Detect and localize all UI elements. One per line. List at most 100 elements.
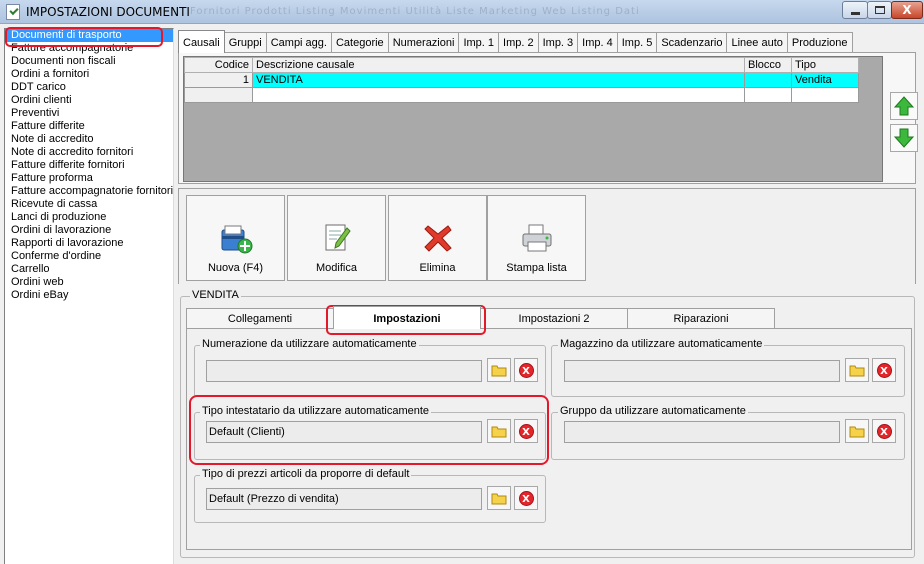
numerazione-browse-button[interactable] — [487, 358, 511, 382]
cell-empty[interactable] — [252, 87, 745, 103]
tab-imp-1[interactable]: Imp. 1 — [458, 32, 500, 53]
tipo-intestatario-browse-button[interactable] — [487, 419, 511, 443]
list-item[interactable]: Note di accredito — [5, 133, 173, 146]
print-list-button[interactable]: Stampa lista — [487, 195, 586, 281]
delete-button[interactable]: Elimina — [388, 195, 487, 281]
list-item[interactable]: Ricevute di cassa — [5, 198, 173, 211]
cell-blocco[interactable] — [744, 72, 792, 88]
close-button[interactable]: X — [891, 1, 923, 19]
new-button[interactable]: Nuova (F4) — [186, 195, 285, 281]
tipo-prezzi-browse-button[interactable] — [487, 486, 511, 510]
list-item[interactable]: Documenti non fiscali — [5, 55, 173, 68]
list-item[interactable]: Fatture differite fornitori — [5, 159, 173, 172]
printer-icon — [522, 224, 551, 252]
folder-icon — [491, 426, 507, 438]
column-header-tipo[interactable]: Tipo — [791, 57, 859, 73]
cell-empty[interactable] — [184, 87, 253, 103]
tab-scadenzario[interactable]: Scadenzario — [656, 32, 728, 53]
tipo-prezzi-field[interactable]: Default (Prezzo di vendita) — [206, 488, 482, 510]
folder-icon — [491, 365, 507, 377]
list-item[interactable]: Ordini a fornitori — [5, 68, 173, 81]
tab-causali[interactable]: Causali — [178, 30, 225, 53]
clear-icon: X — [518, 362, 534, 378]
gruppo-browse-button[interactable] — [845, 419, 869, 443]
list-item[interactable]: Carrello — [5, 263, 173, 276]
tab-campi-agg[interactable]: Campi agg. — [265, 32, 332, 53]
magazzino-browse-button[interactable] — [845, 358, 869, 382]
list-item[interactable]: Preventivi — [5, 107, 173, 120]
vendita-group-title: VENDITA — [190, 289, 241, 301]
magazzino-clear-button[interactable]: X — [872, 358, 896, 382]
list-item[interactable]: Ordini web — [5, 276, 173, 289]
table-row[interactable]: 1 VENDITA Vendita — [184, 72, 859, 88]
causali-table: Codice Descrizione causale Blocco Tipo 1… — [184, 57, 859, 103]
column-header-blocco[interactable]: Blocco — [744, 57, 792, 73]
clear-icon: X — [518, 490, 534, 506]
arrow-up-icon — [893, 96, 915, 116]
causali-grid[interactable]: Codice Descrizione causale Blocco Tipo 1… — [183, 56, 883, 182]
list-item[interactable]: Note di accredito fornitori — [5, 146, 173, 159]
magazzino-field[interactable] — [564, 360, 840, 382]
list-item[interactable]: Rapporti di lavorazione — [5, 237, 173, 250]
edit-button[interactable]: Modifica — [287, 195, 386, 281]
new-button-label: Nuova (F4) — [207, 262, 264, 274]
column-header-descrizione[interactable]: Descrizione causale — [252, 57, 745, 73]
move-up-button[interactable] — [890, 92, 918, 120]
tab-numerazioni[interactable]: Numerazioni — [387, 32, 460, 53]
maximize-button[interactable] — [867, 1, 892, 19]
table-row-new[interactable] — [184, 87, 859, 103]
numerazione-clear-button[interactable]: X — [514, 358, 538, 382]
tipo-intestatario-clear-button[interactable]: X — [514, 419, 538, 443]
list-item[interactable]: Ordini di lavorazione — [5, 224, 173, 237]
list-item[interactable]: Fatture proforma — [5, 172, 173, 185]
minimize-icon — [850, 11, 860, 15]
list-item[interactable]: Fatture accompagnatorie — [5, 42, 173, 55]
move-down-button[interactable] — [890, 124, 918, 152]
edit-button-label: Modifica — [316, 262, 357, 274]
tab-linee-auto[interactable]: Linee auto — [726, 32, 788, 53]
column-header-codice[interactable]: Codice — [184, 57, 253, 73]
folder-icon — [849, 365, 865, 377]
cell-descrizione[interactable]: VENDITA — [252, 72, 745, 88]
tab-riparazioni[interactable]: Riparazioni — [627, 308, 775, 329]
tab-produzione[interactable]: Produzione — [786, 32, 853, 53]
tab-impostazioni[interactable]: Impostazioni — [333, 306, 481, 329]
numerazione-label: Numerazione da utilizzare automaticament… — [200, 338, 419, 350]
list-item[interactable]: Lanci di produzione — [5, 211, 173, 224]
list-item[interactable]: Fatture differite — [5, 120, 173, 133]
tab-imp-3[interactable]: Imp. 3 — [537, 32, 579, 53]
tab-impostazioni-2[interactable]: Impostazioni 2 — [480, 308, 628, 329]
tipo-intestatario-field[interactable]: Default (Clienti) — [206, 421, 482, 443]
cell-tipo[interactable]: Vendita — [791, 72, 859, 88]
gruppo-clear-button[interactable]: X — [872, 419, 896, 443]
tipo-prezzi-label: Tipo di prezzi articoli da proporre di d… — [200, 468, 412, 480]
table-header: Codice Descrizione causale Blocco Tipo — [184, 57, 859, 73]
main-tab-bar: Causali Gruppi Campi agg. Categorie Nume… — [178, 30, 853, 53]
tab-imp-4[interactable]: Imp. 4 — [577, 32, 618, 53]
tab-gruppi[interactable]: Gruppi — [223, 32, 267, 53]
tab-imp-5[interactable]: Imp. 5 — [616, 32, 658, 53]
tab-imp-2[interactable]: Imp. 2 — [498, 32, 539, 53]
list-item[interactable]: Documenti di trasporto — [5, 29, 173, 42]
app-check-icon — [6, 4, 20, 20]
numerazione-field[interactable] — [206, 360, 482, 382]
arrow-down-icon — [893, 128, 915, 148]
edit-document-icon — [325, 224, 351, 251]
list-item[interactable]: DDT carico — [5, 81, 173, 94]
cell-codice[interactable]: 1 — [184, 72, 253, 88]
list-item[interactable]: Ordini eBay — [5, 289, 173, 302]
gruppo-field[interactable] — [564, 421, 840, 443]
close-icon: X — [902, 3, 912, 17]
list-item[interactable]: Conferme d'ordine — [5, 250, 173, 263]
tipo-prezzi-clear-button[interactable]: X — [514, 486, 538, 510]
list-item[interactable]: Ordini clienti — [5, 94, 173, 107]
folder-icon — [491, 493, 507, 505]
tab-categorie[interactable]: Categorie — [330, 32, 389, 53]
document-type-list[interactable]: Documenti di trasporto Fatture accompagn… — [4, 28, 174, 564]
cell-empty[interactable] — [791, 87, 859, 103]
print-list-button-label: Stampa lista — [506, 262, 567, 274]
minimize-button[interactable] — [842, 1, 868, 19]
cell-empty[interactable] — [744, 87, 792, 103]
tab-collegamenti[interactable]: Collegamenti — [186, 308, 334, 329]
list-item[interactable]: Fatture accompagnatorie fornitori — [5, 185, 173, 198]
